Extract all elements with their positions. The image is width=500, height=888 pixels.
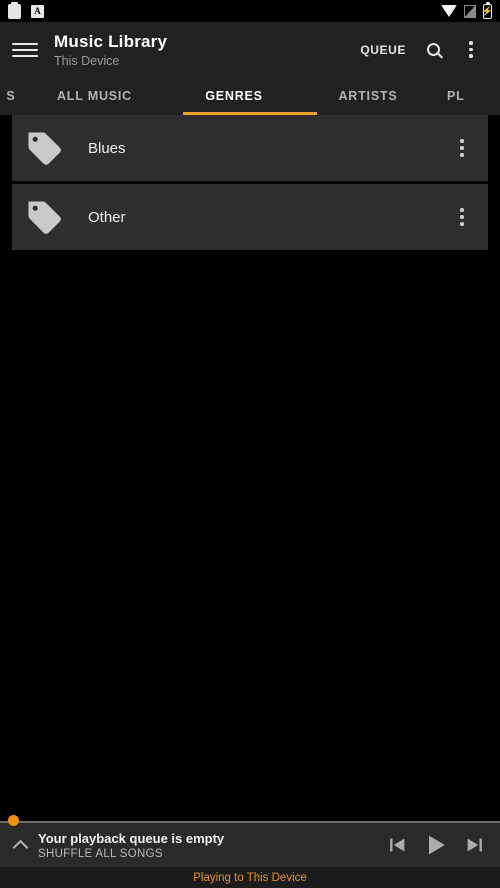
cast-status-label: Playing to This Device [193,871,307,884]
tab-playlists-prev-partial[interactable]: S [0,77,22,115]
overflow-menu-button[interactable] [454,33,488,67]
play-button[interactable] [422,831,450,859]
skip-next-button[interactable] [464,834,486,856]
tab-artists[interactable]: ARTISTS [301,77,435,115]
tab-playlists-partial[interactable]: PL [435,77,495,115]
tab-genres[interactable]: GENRES [167,77,301,115]
alphabet-a-icon: A [31,4,44,18]
battery-charging-icon: ⚡ [481,1,494,19]
seek-bar[interactable] [0,815,500,826]
list-item-label: Blues [88,139,126,157]
expand-player-button[interactable] [4,829,36,861]
tab-all-music[interactable]: ALL MUSIC [22,77,167,115]
overflow-menu-icon [469,41,473,58]
skip-next-icon [467,838,482,852]
seek-thumb[interactable] [8,815,19,826]
skip-previous-icon [390,838,405,852]
list-item[interactable]: Other [12,184,488,250]
hamburger-menu-icon[interactable] [12,37,38,63]
status-bar: A ⚡ [0,0,500,22]
page-title: Music Library [54,31,168,51]
no-signal-icon [464,4,476,18]
page-subtitle: This Device [54,53,120,68]
status-bar-right-icons: ⚡ [441,1,494,19]
tag-icon [22,126,66,170]
wifi-icon [441,5,457,17]
toolbar-titles: Music Library This Device [54,32,167,68]
mini-player-texts: Your playback queue is empty SHUFFLE ALL… [38,831,224,860]
toolbar-actions: QUEUE [354,33,488,67]
list-item-overflow-button[interactable] [442,124,482,172]
tab-bar: S ALL MUSIC GENRES ARTISTS PL [0,77,500,115]
clipboard-icon [8,1,21,19]
chevron-up-icon [12,839,28,856]
cast-status-bar[interactable]: Playing to This Device [0,867,500,888]
mini-player: Your playback queue is empty SHUFFLE ALL… [0,815,500,888]
skip-previous-button[interactable] [386,834,408,856]
genre-list: Blues Other [0,115,500,250]
app-screen: A ⚡ Music Library This Device QUEUE S AL… [0,0,500,888]
tab-active-indicator [183,112,317,115]
player-title: Your playback queue is empty [38,830,225,846]
battery-bolt-glyph: ⚡ [481,5,494,16]
search-button[interactable] [416,33,450,67]
status-bar-left-icons: A [8,1,44,19]
mini-player-body: Your playback queue is empty SHUFFLE ALL… [0,823,500,867]
list-item[interactable]: Blues [12,115,488,181]
list-item-overflow-button[interactable] [442,193,482,241]
shuffle-all-songs-label[interactable]: SHUFFLE ALL SONGS [38,848,224,860]
play-icon [429,835,445,855]
list-item-label: Other [88,208,126,226]
seek-track [0,821,500,823]
search-icon [426,43,440,56]
transport-controls [386,831,492,859]
app-toolbar: Music Library This Device QUEUE [0,22,500,77]
queue-button[interactable]: QUEUE [354,35,412,65]
tag-icon [22,195,66,239]
